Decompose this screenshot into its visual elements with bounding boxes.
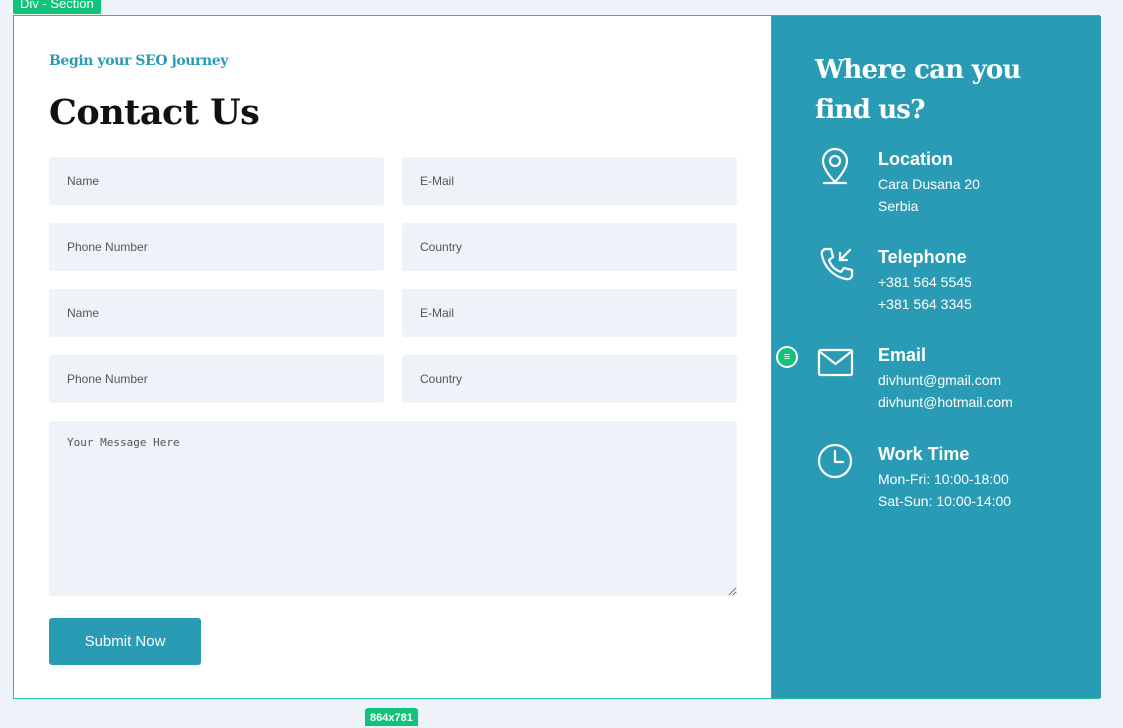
info-heading: Email bbox=[878, 345, 927, 365]
phone-field[interactable] bbox=[49, 223, 384, 271]
name-field[interactable] bbox=[49, 157, 384, 205]
clock-icon bbox=[817, 443, 853, 479]
element-label-badge: Div - Section bbox=[13, 0, 101, 14]
country-field[interactable] bbox=[402, 223, 737, 271]
submit-button[interactable]: Submit Now bbox=[49, 618, 201, 665]
info-heading: Work Time bbox=[878, 444, 970, 464]
info-line: divhunt@gmail.com bbox=[878, 372, 1002, 388]
size-badge: 864x781 bbox=[365, 708, 418, 726]
drag-handle-icon[interactable]: ≡ bbox=[776, 346, 798, 368]
phone-incoming-icon bbox=[820, 247, 854, 281]
info-line: Serbia bbox=[878, 198, 919, 214]
phone-field-2[interactable] bbox=[49, 355, 384, 403]
info-line: Sat-Sun: 10:00-14:00 bbox=[878, 493, 1012, 509]
info-line: divhunt@hotmail.com bbox=[878, 394, 1013, 410]
email-field[interactable] bbox=[402, 157, 737, 205]
eyebrow-text: Begin your SEO journey bbox=[49, 53, 229, 69]
info-heading: Telephone bbox=[878, 247, 967, 267]
info-line: Cara Dusana 20 bbox=[878, 176, 980, 192]
email-field-2[interactable] bbox=[402, 289, 737, 337]
contact-form-panel: Begin your SEO journey Contact Us Submit… bbox=[14, 16, 772, 698]
country-field-2[interactable] bbox=[402, 355, 737, 403]
message-textarea[interactable] bbox=[49, 421, 737, 596]
location-pin-icon bbox=[821, 147, 849, 185]
sidebar-title: Where can you find us? bbox=[815, 55, 1021, 125]
info-heading: Location bbox=[878, 149, 953, 169]
info-line: Mon-Fri: 10:00-18:00 bbox=[878, 471, 1009, 487]
name-field-2[interactable] bbox=[49, 289, 384, 337]
envelope-icon bbox=[817, 348, 854, 377]
info-line: +381 564 3345 bbox=[878, 296, 972, 312]
contact-info-panel: Where can you find us? Location Cara Dus… bbox=[772, 16, 1101, 698]
contact-section: Begin your SEO journey Contact Us Submit… bbox=[13, 15, 1101, 699]
page-title: Contact Us bbox=[49, 92, 260, 133]
info-line: +381 564 5545 bbox=[878, 274, 972, 290]
